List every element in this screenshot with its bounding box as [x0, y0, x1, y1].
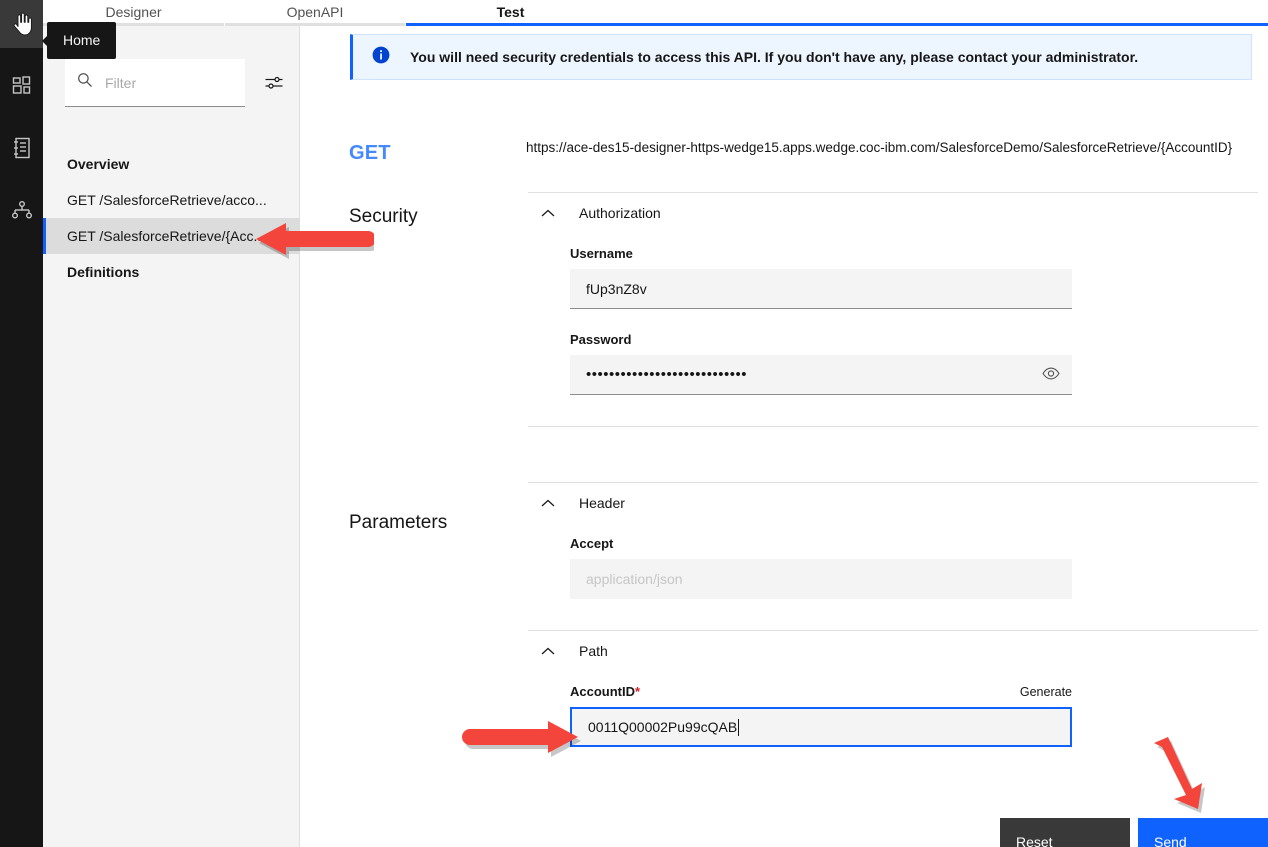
username-value: fUp3nZ8v — [586, 281, 647, 297]
left-icon-rail — [0, 0, 43, 847]
generate-link[interactable]: Generate — [1020, 685, 1072, 699]
accountid-label: AccountID* — [570, 684, 640, 699]
info-circle-icon — [372, 46, 390, 69]
sidebar-nav-list: Overview GET /SalesforceRetrieve/acco...… — [43, 146, 300, 290]
sidebar-filter-row — [65, 59, 285, 107]
sidebar-item-get-accounts[interactable]: GET /SalesforceRetrieve/acco... — [43, 182, 300, 218]
parameters-section-title: Parameters — [349, 512, 447, 534]
rail-item-home[interactable] — [0, 0, 43, 48]
accept-input[interactable]: application/json — [570, 559, 1072, 599]
sidebar-item-definitions-label: Definitions — [67, 264, 139, 280]
path-accordion-label: Path — [579, 643, 608, 659]
reset-button[interactable]: Reset — [1000, 818, 1130, 847]
sidebar-item-get-accountid[interactable]: GET /SalesforceRetrieve/{Acc... — [43, 218, 300, 254]
chevron-up-icon — [540, 495, 556, 511]
rail-item-flows[interactable] — [0, 186, 43, 234]
search-icon — [77, 72, 93, 93]
authorization-accordion-header[interactable]: Authorization — [528, 193, 1258, 233]
rail-item-catalog[interactable] — [0, 124, 43, 172]
accept-field-block: Accept application/json — [528, 536, 1258, 599]
sidebar-item-overview-label: Overview — [67, 156, 129, 172]
chevron-up-icon — [540, 643, 556, 659]
username-input[interactable]: fUp3nZ8v — [570, 269, 1072, 309]
security-panel: Authorization Username fUp3nZ8v Password… — [528, 192, 1258, 427]
divider — [528, 426, 1258, 427]
accept-placeholder-text: application/json — [586, 571, 683, 587]
username-field-block: Username fUp3nZ8v — [528, 246, 1258, 309]
text-cursor — [738, 719, 739, 736]
password-input[interactable]: •••••••••••••••••••••••••••• — [570, 355, 1072, 395]
path-accordion-header[interactable]: Path — [528, 631, 1258, 671]
document-list-icon — [12, 137, 32, 159]
sidebar-item-overview[interactable]: Overview — [43, 146, 300, 182]
http-method-label: GET — [349, 142, 391, 165]
accountid-label-row: AccountID* Generate — [570, 684, 1072, 707]
accountid-field-block: AccountID* Generate 0011Q00002Pu99cQAB — [528, 684, 1258, 747]
accountid-value: 0011Q00002Pu99cQAB — [588, 719, 737, 735]
sitemap-hierarchy-icon — [11, 201, 33, 219]
send-button[interactable]: Send — [1138, 818, 1268, 847]
password-field-block: Password •••••••••••••••••••••••••••• — [528, 332, 1258, 395]
tab-bar-filler — [615, 0, 1268, 26]
sidebar-item-definitions[interactable]: Definitions — [43, 254, 300, 290]
sliders-settings-icon[interactable] — [263, 72, 285, 94]
search-input[interactable] — [103, 74, 223, 92]
info-banner-text: You will need security credentials to ac… — [410, 49, 1138, 65]
top-tab-bar: Designer OpenAPI Test — [43, 0, 1268, 26]
password-value: •••••••••••••••••••••••••••• — [586, 366, 747, 383]
app-root: Home Designer OpenAPI Test — [0, 0, 1268, 847]
accountid-label-text: AccountID — [570, 684, 635, 699]
header-accordion-label: Header — [579, 495, 625, 511]
eye-icon[interactable] — [1042, 366, 1060, 383]
send-button-label: Send — [1154, 834, 1187, 847]
sidebar: Overview GET /SalesforceRetrieve/acco...… — [43, 26, 300, 847]
endpoint-url: https://ace-des15-designer-https-wedge15… — [526, 139, 1258, 157]
info-banner: You will need security credentials to ac… — [350, 34, 1252, 80]
password-label: Password — [570, 332, 1258, 347]
accountid-input[interactable]: 0011Q00002Pu99cQAB — [570, 707, 1072, 747]
hand-pointer-icon — [11, 12, 33, 36]
sidebar-item-get-accounts-label: GET /SalesforceRetrieve/acco... — [67, 192, 267, 208]
dashboard-grid-icon — [12, 76, 32, 96]
sidebar-item-get-accountid-label: GET /SalesforceRetrieve/{Acc... — [67, 228, 265, 244]
required-marker: * — [635, 684, 640, 699]
username-label: Username — [570, 246, 1258, 261]
tab-test-label: Test — [497, 4, 525, 20]
header-accordion-header[interactable]: Header — [528, 483, 1258, 523]
accept-label: Accept — [570, 536, 1258, 551]
tab-test[interactable]: Test — [406, 0, 615, 26]
tab-openapi[interactable]: OpenAPI — [225, 0, 405, 26]
home-tooltip: Home — [47, 22, 116, 59]
parameters-panel: Header Accept application/json Path — [528, 482, 1258, 747]
tab-openapi-label: OpenAPI — [287, 4, 344, 20]
search-box[interactable] — [65, 59, 245, 107]
chevron-up-icon — [540, 205, 556, 221]
main-content: You will need security credentials to ac… — [300, 26, 1268, 847]
reset-button-label: Reset — [1016, 834, 1053, 847]
security-section-title: Security — [349, 206, 418, 228]
authorization-accordion-label: Authorization — [579, 205, 661, 221]
rail-item-dashboard[interactable] — [0, 62, 43, 110]
tab-designer-label: Designer — [105, 4, 161, 20]
